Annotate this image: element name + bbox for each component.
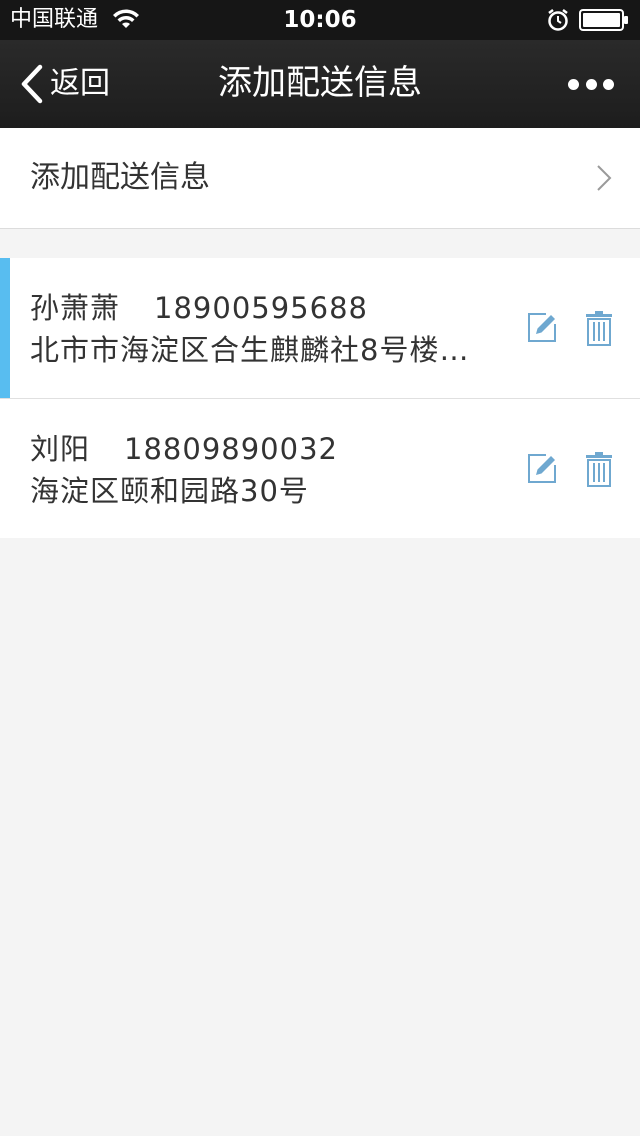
- contact-name: 刘阳: [30, 432, 91, 466]
- delivery-address: 北市市海淀区合生麒麟社8号楼…: [30, 333, 470, 367]
- contact-line: 孙萧萧 18900595688: [30, 288, 368, 328]
- back-label: 返回: [50, 66, 110, 101]
- more-dots-icon: [568, 78, 579, 90]
- add-delivery-info-label: 添加配送信息: [30, 160, 210, 195]
- edit-icon[interactable]: [526, 453, 558, 485]
- clock-time: 10:06: [283, 7, 357, 33]
- address-item[interactable]: 孙萧萧 18900595688 北市市海淀区合生麒麟社8号楼…: [0, 258, 640, 398]
- more-button[interactable]: [568, 71, 614, 97]
- contact-name: 孙萧萧: [30, 291, 121, 325]
- battery-icon: [579, 9, 628, 31]
- navigation-bar: 返回 添加配送信息: [0, 40, 640, 129]
- chevron-left-icon: [21, 64, 43, 104]
- trash-icon[interactable]: [585, 451, 613, 487]
- trash-icon[interactable]: [585, 310, 613, 346]
- alarm-icon: [548, 9, 568, 31]
- status-bar: 中国联通 10:06: [0, 0, 640, 40]
- more-dots-icon: [585, 78, 597, 90]
- page-title: 添加配送信息: [218, 63, 422, 103]
- more-dots-icon: [603, 78, 614, 90]
- edit-icon[interactable]: [526, 312, 558, 344]
- contact-line: 刘阳 18809890032: [30, 429, 338, 469]
- contact-phone: 18900595688: [154, 291, 368, 325]
- address-list: 孙萧萧 18900595688 北市市海淀区合生麒麟社8号楼… 刘阳 1880989…: [0, 258, 640, 538]
- address-item[interactable]: 刘阳 18809890032 海淀区颐和园路30号: [0, 398, 640, 538]
- delivery-address: 海淀区颐和园路30号: [30, 474, 309, 508]
- add-delivery-info-row[interactable]: 添加配送信息: [0, 128, 640, 229]
- contact-phone: 18809890032: [124, 432, 338, 466]
- selected-indicator: [0, 258, 10, 398]
- back-button[interactable]: 返回: [18, 62, 110, 106]
- chevron-right-icon: [597, 165, 612, 191]
